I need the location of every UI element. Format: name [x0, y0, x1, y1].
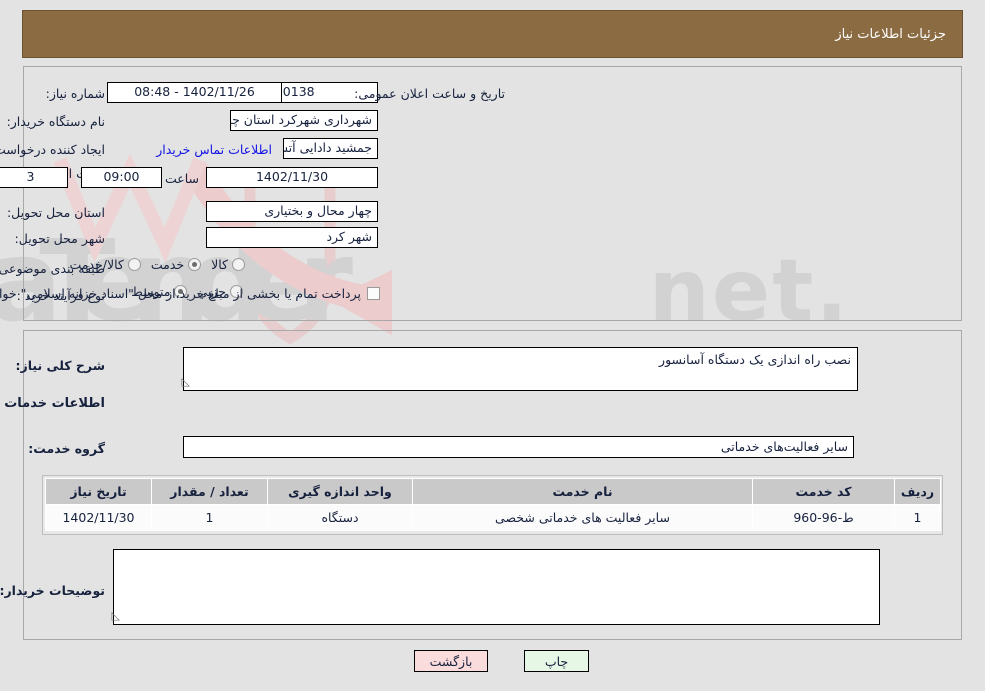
need-number-label: شماره نیاز: [45, 86, 105, 101]
general-desc-label: شرح کلی نیاز: [15, 358, 105, 373]
city-value: شهر کرد [206, 227, 378, 248]
services-section-heading: اطلاعات خدمات مورد نیاز [0, 396, 105, 411]
classification-radio-icon[interactable] [188, 258, 202, 271]
service-group-label: گروه خدمت: [28, 441, 105, 456]
table-cell-1: ط-96-960 [752, 504, 895, 531]
back-button[interactable]: بازگشت [414, 650, 488, 672]
requester-value: جمشید دادایی آتش نشان شهرداری شهرکرد است… [283, 138, 378, 159]
need-summary-panel [23, 66, 962, 321]
buyer-org-label: نام دستگاه خریدار: [6, 114, 105, 129]
page-title: جزئیات اطلاعات نیاز [835, 26, 946, 42]
page-header-bar: جزئیات اطلاعات نیاز [22, 10, 963, 58]
announce-datetime-label: تاریخ و ساعت اعلان عمومی: [354, 86, 505, 101]
page-root: AriaTender .net جزئیات اطلاعات نیاز شمار… [0, 0, 985, 691]
classification-option-0[interactable]: کالا [211, 257, 245, 272]
table-header-cell-3: واحد اندازه گیری [267, 478, 413, 505]
remaining-days-value: 3 [0, 167, 68, 188]
table-row: 1 ط-96-960 سایر فعالیت های خدماتی شخصی دستگ… [45, 504, 941, 531]
print-button[interactable]: چاپ [524, 650, 589, 672]
buyer-notes-label: توضیحات خریدار: [0, 583, 105, 598]
deadline-hour-value: 09:00 [81, 167, 162, 188]
table-header-row: ردیف کد خدمت نام خدمت واحد اندازه گیری تعداد… [45, 478, 941, 505]
classification-option-label: کالا [211, 257, 228, 272]
table-cell-2: سایر فعالیت های خدماتی شخصی [412, 504, 753, 531]
classification-radio-group[interactable]: کالا خدمت کالا/خدمت [69, 257, 245, 272]
requester-label: ایجاد کننده درخواست: [0, 142, 105, 157]
table-cell-0: 1 [894, 504, 941, 531]
table-header-cell-2: نام خدمت [412, 478, 753, 505]
table-header-cell-1: کد خدمت [752, 478, 895, 505]
table-cell-3: دستگاه [267, 504, 413, 531]
province-label: استان محل تحویل: [6, 205, 105, 220]
table-header-cell-5: تاریخ نیاز [45, 478, 152, 505]
general-desc-textarea[interactable] [183, 347, 858, 391]
table-header-cell-0: ردیف [894, 478, 941, 505]
table-cell-5: 1402/11/30 [45, 504, 152, 531]
treasury-note-text: پرداخت تمام یا بخشی از مبلغ خرید،از محل … [0, 286, 361, 301]
announce-datetime-value: 1402/11/26 - 08:48 [107, 82, 282, 103]
treasury-checkbox[interactable] [367, 287, 380, 300]
classification-radio-icon[interactable] [232, 258, 245, 271]
deadline-date-value: 1402/11/30 [206, 167, 378, 188]
classification-option-1[interactable]: خدمت [150, 257, 202, 272]
classification-option-2[interactable]: کالا/خدمت [69, 257, 141, 272]
buyer-notes-textarea[interactable] [113, 549, 880, 625]
table-header-cell-4: تعداد / مقدار [151, 478, 268, 505]
province-value: چهار محال و بختیاری [206, 201, 378, 222]
service-group-value: سایر فعالیت‌های خدماتی [183, 436, 854, 458]
city-label: شهر محل تحویل: [14, 231, 105, 246]
table-cell-4: 1 [151, 504, 268, 531]
classification-option-label: خدمت [150, 257, 185, 272]
buyer-org-value: شهرداری شهرکرد استان چهارمحال و بختیاری [230, 110, 378, 131]
treasury-note-checkbox-wrap[interactable]: پرداخت تمام یا بخشی از مبلغ خرید،از محل … [0, 286, 380, 301]
buyer-contact-link[interactable]: اطلاعات تماس خریدار [135, 142, 272, 157]
classification-radio-icon[interactable] [127, 258, 141, 271]
services-table: ردیف کد خدمت نام خدمت واحد اندازه گیری تعداد… [45, 478, 941, 531]
classification-option-label: کالا/خدمت [69, 257, 124, 272]
deadline-hour-label: ساعت [164, 171, 199, 186]
